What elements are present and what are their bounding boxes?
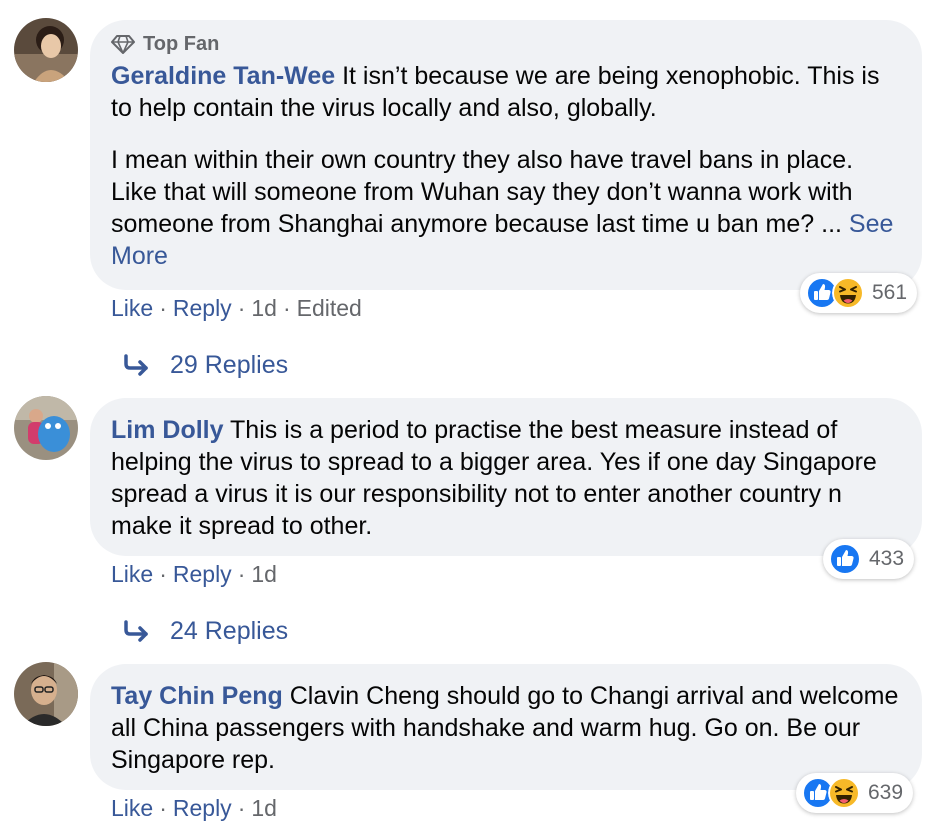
reaction-count: 561: [872, 281, 908, 304]
comment-actions: Like · Reply · 1d · Edited: [111, 294, 362, 322]
comment-bubble: Lim Dolly This is a period to practise t…: [90, 398, 922, 556]
reply-arrow-icon: [124, 354, 148, 376]
comment-actions: Like · Reply · 1d: [111, 560, 277, 588]
reaction-count: 639: [868, 781, 904, 804]
view-replies-link[interactable]: 29 Replies: [120, 350, 288, 380]
edited-label[interactable]: Edited: [297, 295, 362, 321]
top-fan-badge: Top Fan: [111, 32, 900, 56]
haha-reaction-icon: [832, 277, 864, 309]
separator-dot: ·: [237, 561, 246, 587]
avatar-tay-chin-peng[interactable]: [14, 662, 78, 726]
comment-bubble: Top Fan Geraldine Tan-Wee It isn’t becau…: [90, 20, 922, 290]
comment-text-part: I mean within their own country they als…: [111, 146, 854, 238]
comment-text: Tay Chin Peng Clavin Cheng should go to …: [111, 680, 900, 776]
haha-reaction-icon: [828, 777, 860, 809]
separator-dot: ·: [282, 295, 291, 321]
comment-text-continued: I mean within their own country they als…: [111, 144, 900, 272]
comment-timestamp[interactable]: 1d: [251, 561, 277, 587]
top-fan-label: Top Fan: [143, 33, 220, 55]
replies-count-label[interactable]: 29 Replies: [170, 350, 288, 380]
comment-author[interactable]: Geraldine Tan-Wee: [111, 62, 335, 90]
reactions-summary[interactable]: 639: [796, 773, 914, 813]
separator-dot: ·: [159, 795, 167, 821]
reply-link[interactable]: Reply: [173, 795, 232, 821]
view-replies-link[interactable]: 24 Replies: [120, 616, 288, 646]
comment-author[interactable]: Tay Chin Peng: [111, 682, 283, 710]
like-link[interactable]: Like: [111, 561, 153, 587]
separator-dot: ·: [159, 561, 167, 587]
reply-arrow-icon: [124, 620, 148, 642]
comment-text: Geraldine Tan-Wee It isn’t because we ar…: [111, 60, 900, 124]
separator-dot: ·: [159, 295, 167, 321]
comment-author[interactable]: Lim Dolly: [111, 416, 224, 444]
reaction-count: 433: [869, 547, 905, 570]
comment-actions: Like · Reply · 1d: [111, 794, 277, 822]
comment-timestamp[interactable]: 1d: [251, 795, 277, 821]
like-reaction-icon: [829, 543, 861, 575]
replies-count-label[interactable]: 24 Replies: [170, 616, 288, 646]
avatar-geraldine-tan-wee[interactable]: [14, 18, 78, 82]
like-link[interactable]: Like: [111, 295, 153, 321]
avatar-lim-dolly[interactable]: [14, 396, 78, 460]
reply-link[interactable]: Reply: [173, 295, 232, 321]
reactions-summary[interactable]: 433: [823, 539, 915, 579]
reactions-summary[interactable]: 561: [800, 273, 918, 313]
comment-bubble: Tay Chin Peng Clavin Cheng should go to …: [90, 664, 922, 790]
separator-dot: ·: [237, 795, 246, 821]
diamond-icon: [111, 35, 135, 54]
comment-text-part: This is a period to practise the best me…: [111, 416, 877, 540]
comment-timestamp[interactable]: 1d: [251, 295, 277, 321]
reply-link[interactable]: Reply: [173, 561, 232, 587]
like-link[interactable]: Like: [111, 795, 153, 821]
separator-dot: ·: [237, 295, 246, 321]
comment-text: Lim Dolly This is a period to practise t…: [111, 414, 900, 542]
